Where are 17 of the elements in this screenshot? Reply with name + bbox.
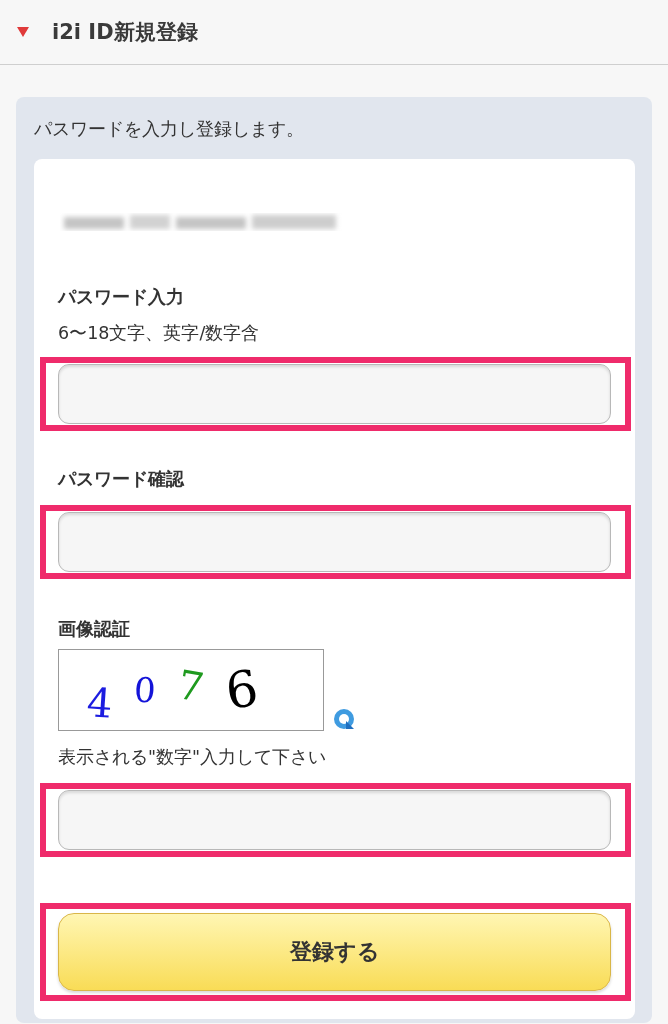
- captcha-field[interactable]: [58, 790, 611, 850]
- page-title: i2i ID新規登録: [52, 19, 198, 46]
- captcha-digit: 7: [174, 661, 208, 711]
- captcha-digit: 0: [133, 669, 158, 711]
- password-field[interactable]: [58, 512, 611, 572]
- field-label: パスワード確認: [56, 467, 186, 491]
- captcha-digit: 6: [221, 659, 262, 721]
- refresh-icon[interactable]: [332, 707, 356, 731]
- field-hint: 表示される"数字"入力して下さい: [57, 746, 328, 769]
- field-label: 画像認証: [57, 617, 131, 641]
- register-button[interactable]: 登録する: [58, 913, 611, 991]
- intro-text: パスワードを入力し登録します。: [34, 117, 305, 141]
- captcha-digit: 4: [85, 679, 115, 727]
- field-hint: 6〜18文字、英字/数字含: [57, 322, 261, 345]
- password-field[interactable]: [58, 364, 611, 424]
- caret-icon: [16, 26, 30, 38]
- field-label: パスワード入力: [56, 285, 185, 309]
